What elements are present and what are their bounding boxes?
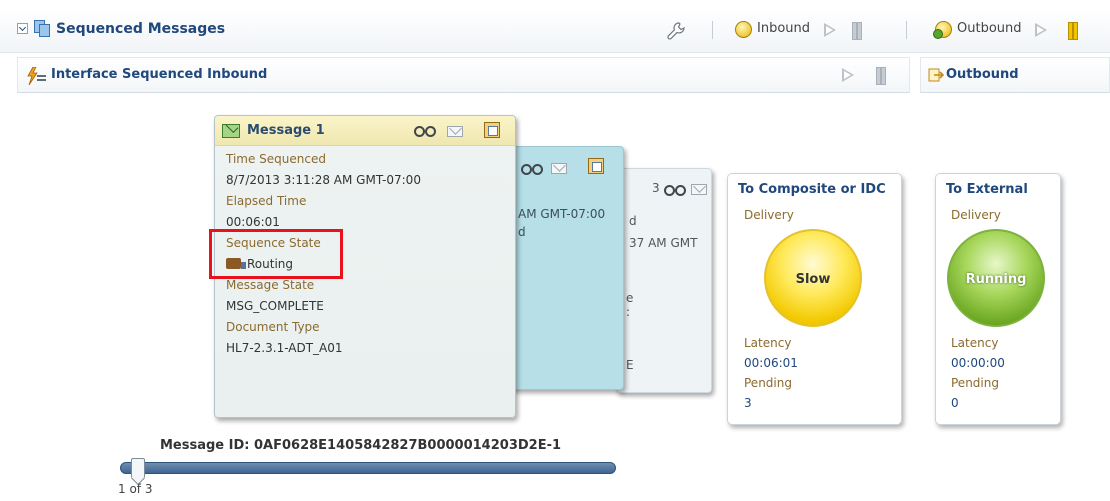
pending-value: 3 [744,396,752,410]
message-card-3-fragment: e [626,291,634,305]
elapsed-time-value: 00:06:01 [226,215,280,229]
time-sequenced-label: Time Sequenced [226,152,326,166]
sequenced-messages-toolbar: Sequenced Messages Inbound Outbound [0,9,1110,53]
outbound-bulb-icon [933,21,952,39]
time-sequenced-value: 8/7/2013 3:11:28 AM GMT-07:00 [226,173,421,187]
export-icon [928,68,944,82]
wrench-icon[interactable] [666,21,686,41]
message-card-3-fragment: d [629,214,637,228]
pending-value: 0 [951,396,959,410]
lightning-list-icon [27,67,46,85]
message-page-count: 1 of 3 [118,482,153,496]
message-icon [222,124,240,138]
status-card-title: To External [946,182,1028,197]
inbound-play-icon[interactable] [824,23,836,37]
inbound-label: Inbound [757,21,811,36]
outbound-pause-icon[interactable] [1068,22,1078,40]
glasses-icon[interactable] [664,184,686,196]
inbound-panel-pause-icon[interactable] [876,67,886,85]
message-card-3-fragment: 3 [652,181,660,195]
latency-value: 00:06:01 [744,356,798,370]
message-card-title: Message 1 [247,123,325,138]
message-card-3-fragment: 37 AM GMT [629,236,698,250]
delivery-status-orb: Slow [764,229,862,327]
documents-icon [34,20,51,37]
status-card-title: To Composite or IDC [738,182,886,197]
message-slider-track[interactable] [120,462,616,474]
envelope-icon[interactable] [447,126,463,137]
message-slider-handle[interactable] [131,458,145,478]
document-type-value: HL7-2.3.1-ADT_A01 [226,341,343,355]
message-state-value: MSG_COMPLETE [226,299,324,313]
message-card-2-fragment: AM GMT-07:00 [518,207,606,221]
delivery-status-orb: Running [947,229,1045,327]
glasses-icon[interactable] [521,163,543,175]
toolbar-separator [712,21,713,39]
inbound-bulb-icon [735,21,752,38]
message-card-3-fragment: : [626,305,631,319]
toolbar-separator [906,21,907,39]
sequence-state-highlight [209,229,343,279]
elapsed-time-label: Elapsed Time [226,194,307,208]
pending-label: Pending [744,376,792,390]
status-card-composite[interactable]: To Composite or IDC Delivery Slow Latenc… [727,173,902,425]
inbound-panel-title: Interface Sequenced Inbound [51,67,268,82]
latency-value: 00:00:00 [951,356,1005,370]
message-card-3-fragment: E [626,358,634,372]
envelope-icon[interactable] [551,163,567,174]
message-card-2-fragment: d [518,225,526,239]
pending-label: Pending [951,376,999,390]
envelope-icon[interactable] [691,184,707,195]
latency-label: Latency [951,336,999,350]
page-title: Sequenced Messages [56,21,226,37]
outbound-panel-title: Outbound [946,67,1019,82]
stack-icon[interactable] [484,122,500,138]
status-card-external[interactable]: To External Delivery Running Latency 00:… [935,173,1061,425]
message-state-label: Message State [226,278,315,292]
collapse-chevron-icon[interactable] [17,23,28,34]
message-id-label: Message ID: 0AF0628E1405842827B000001420… [160,438,562,453]
inbound-pause-icon[interactable] [852,22,862,40]
stack-icon[interactable] [588,158,604,174]
glasses-icon[interactable] [414,125,436,137]
outbound-label: Outbound [957,21,1022,36]
latency-label: Latency [744,336,792,350]
outbound-play-icon[interactable] [1035,23,1047,37]
document-type-label: Document Type [226,320,320,334]
inbound-panel-play-icon[interactable] [842,68,854,82]
delivery-label: Delivery [951,208,1001,222]
delivery-label: Delivery [744,208,794,222]
